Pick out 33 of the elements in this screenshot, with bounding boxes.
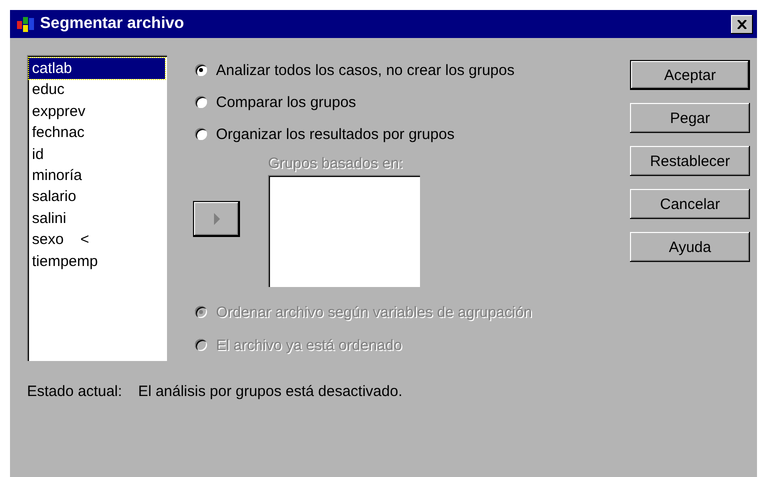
groups-list[interactable] <box>268 175 420 287</box>
radio-button[interactable] <box>195 64 207 76</box>
dialog-button[interactable]: Cancelar <box>630 189 750 219</box>
variable-item[interactable]: catlab <box>29 58 165 80</box>
variable-item[interactable]: salario <box>29 186 165 208</box>
variable-list[interactable]: catlab educ expprev fechnac id minoría salario salini sexo < tiempemp <box>27 55 167 361</box>
radio-label: Comparar los grupos <box>216 94 356 110</box>
radio-label: Ordenar archivo según variables de agrupación <box>216 304 532 320</box>
radio-label: El archivo ya está ordenado <box>216 336 402 354</box>
radio-button[interactable] <box>195 128 207 140</box>
status-label: Estado actual: <box>27 383 122 400</box>
variable-item[interactable]: expprev <box>29 100 165 122</box>
dialog-button[interactable]: Ayuda <box>630 232 750 262</box>
arrow-right-icon <box>213 213 220 225</box>
close-icon <box>737 20 747 28</box>
app-icon <box>16 15 36 33</box>
variable-item[interactable]: sexo < <box>29 229 165 251</box>
radio-label: Organizar los resultados por grupos <box>216 126 454 142</box>
window-title: Segmentar archivo <box>40 15 186 33</box>
variable-item[interactable]: educ <box>29 79 165 101</box>
radio-label: Analizar todos los casos, no crear los grupos <box>216 62 514 78</box>
status-text: El análisis por grupos está desactivado. <box>138 383 402 400</box>
dialog-button[interactable]: Pegar <box>630 103 750 133</box>
dialog-button[interactable]: Restablecer <box>630 146 750 176</box>
dialog-button[interactable]: Aceptar <box>630 60 750 90</box>
variable-item[interactable]: tiempemp <box>29 250 165 272</box>
variable-item[interactable]: id <box>29 144 165 166</box>
radio-button[interactable] <box>195 96 207 108</box>
variable-item[interactable]: minoría <box>29 165 165 186</box>
variable-item[interactable]: fechnac <box>29 122 165 144</box>
close-button[interactable] <box>731 14 753 34</box>
groups-label: Grupos basados en: <box>268 155 404 174</box>
variable-item[interactable]: salini <box>29 208 165 230</box>
